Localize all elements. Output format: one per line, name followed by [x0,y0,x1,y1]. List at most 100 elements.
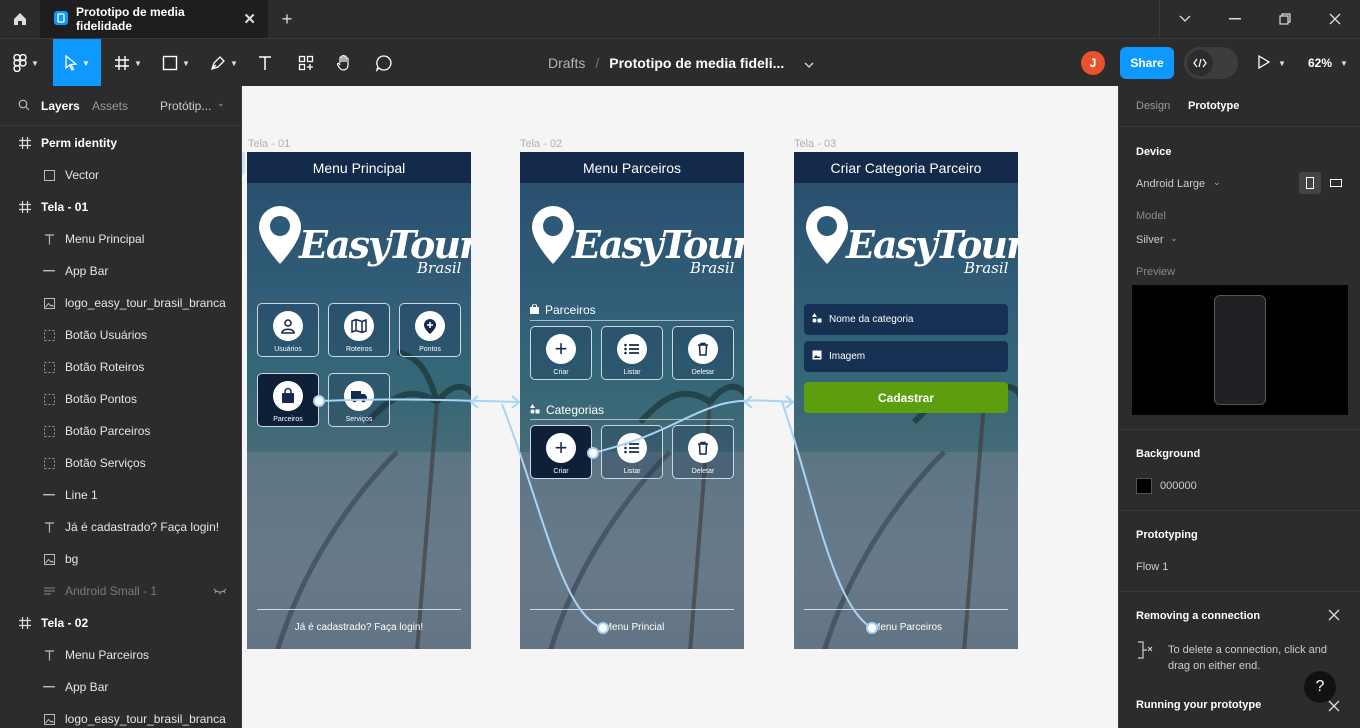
dev-mode-toggle[interactable] [1184,47,1238,79]
layer-item[interactable]: logo_easy_tour_brasil_branca [0,287,241,319]
properties-panel: Design Prototype Device Android Large ⌄ … [1118,86,1360,728]
model-select[interactable]: Silver [1136,234,1164,246]
layer-item[interactable]: Botão Pontos [0,383,241,415]
background-swatch[interactable] [1136,478,1152,494]
eye-hidden-icon[interactable] [213,585,227,599]
frame-icon [17,201,33,213]
present-button[interactable]: ▼ [1258,39,1286,87]
share-button[interactable]: Share [1120,47,1174,79]
zoom-dropdown[interactable]: 62% ▼ [1308,39,1348,87]
layer-item[interactable]: App Bar [0,255,241,287]
layer-label: logo_easy_tour_brasil_branca [65,296,226,310]
close-icon[interactable] [1328,700,1340,715]
main-menu-button[interactable]: ▼ [0,39,52,87]
search-icon[interactable] [18,99,30,114]
tips-section: Removing a connection To delete a connec… [1119,591,1360,728]
layer-item[interactable]: Menu Principal [0,223,241,255]
layer-item[interactable]: Vector [0,159,241,191]
model-label: Model [1136,210,1166,222]
removing-connection-title: Removing a connection [1136,610,1261,622]
layer-item[interactable]: Menu Parceiros [0,639,241,671]
close-tab-icon[interactable]: ✕ [243,10,256,28]
line-icon [41,686,57,688]
layers-panel: Layers Assets Protótip... ⌄ Perm identit… [0,86,242,728]
device-select[interactable]: Android Large [1136,178,1205,190]
help-button[interactable]: ? [1304,671,1336,703]
page-selector[interactable]: Protótip... [160,99,211,113]
portrait-icon[interactable] [1299,172,1321,194]
text-tool-button[interactable] [252,39,278,87]
layer-frame[interactable]: Perm identity [0,127,241,159]
close-icon[interactable] [1328,609,1340,624]
pen-tool-button[interactable]: ▼ [204,39,244,87]
figma-file-icon [54,10,68,28]
layer-item[interactable]: Botão Usuários [0,319,241,351]
layer-frame[interactable]: Tela - 02 [0,607,241,639]
layer-label: Tela - 01 [41,200,89,214]
shape-tool-button[interactable]: ▼ [156,39,196,87]
connection-handle [866,622,878,634]
layer-item[interactable]: Android Small - 1 [0,575,241,607]
new-tab-button[interactable]: + [272,0,302,38]
hand-tool-icon[interactable] [330,39,358,87]
chevron-down-icon[interactable] [804,55,814,71]
running-prototype-title: Running your prototype [1136,699,1262,711]
layer-label: App Bar [65,264,109,278]
preview-label: Preview [1136,266,1176,278]
prototyping-section: Prototyping Flow 1 [1119,510,1360,591]
home-icon[interactable] [0,0,40,38]
vector-icon [41,169,57,181]
layer-label: Botão Pontos [65,392,138,406]
image-icon [41,713,57,725]
arrowhead [743,395,753,409]
layer-frame[interactable]: Tela - 01 [0,191,241,223]
flow-item[interactable]: Flow 1 [1136,561,1168,573]
chevron-down-icon[interactable]: ⌄ [1213,177,1221,188]
image-icon [41,553,57,565]
layer-label: Tela - 02 [41,616,89,630]
comment-tool-icon[interactable] [370,39,398,87]
chevron-down-icon[interactable] [1160,0,1210,38]
left-panel-tabs: Layers Assets Protótip... ⌄ [0,86,241,126]
layer-item[interactable]: App Bar [0,671,241,703]
layer-item[interactable]: Botão Roteiros [0,351,241,383]
arrowhead [469,395,479,409]
removing-connection-text: To delete a connection, click and drag o… [1168,644,1327,672]
hidden-layer-icon [41,586,57,596]
layer-item[interactable]: Botão Parceiros [0,415,241,447]
tab-layers[interactable]: Layers [41,99,80,113]
component-instance-icon [41,361,57,373]
connection-back-to-tela-01 [501,403,604,629]
layer-item[interactable]: logo_easy_tour_brasil_branca [0,703,241,728]
connection-criar-to-tela-03 [592,399,795,454]
layer-item[interactable]: Line 1 [0,479,241,511]
resources-tool-button[interactable] [292,39,320,87]
connection-handle [313,395,325,407]
tab-design[interactable]: Design [1136,100,1170,112]
file-tab[interactable]: Prototipo de media fidelidade ✕ [40,0,268,38]
background-hex[interactable]: 000000 [1160,480,1197,492]
window-close-icon[interactable] [1310,0,1360,38]
minimize-icon[interactable] [1210,0,1260,38]
connection-handle [597,622,609,634]
design-canvas[interactable]: Tela - 01 Menu Principal EasyTour Brasil… [242,86,1118,728]
layer-item[interactable]: bg [0,543,241,575]
avatar[interactable]: J [1081,51,1105,75]
frame-tool-button[interactable]: ▼ [108,39,148,87]
chevron-down-icon[interactable]: ⌄ [1170,233,1178,244]
move-tool-button[interactable]: ▼ [53,39,101,87]
layer-label: Botão Roteiros [65,360,145,374]
layer-item[interactable]: Já é cadastrado? Faça login! [0,511,241,543]
chevron-down-icon[interactable]: ⌄ [217,98,225,109]
tab-assets[interactable]: Assets [92,99,128,113]
layer-label: Vector [65,168,100,182]
tab-prototype[interactable]: Prototype [1188,100,1239,112]
landscape-icon[interactable] [1325,172,1347,194]
restore-icon[interactable] [1260,0,1310,38]
layer-label: Android Small - 1 [65,584,158,598]
file-name[interactable]: Prototipo de media fideli... [609,55,784,71]
layer-item[interactable]: Botão Serviços [0,447,241,479]
breadcrumb-drafts[interactable]: Drafts [548,55,585,71]
image-icon [41,297,57,309]
component-instance-icon [41,425,57,437]
